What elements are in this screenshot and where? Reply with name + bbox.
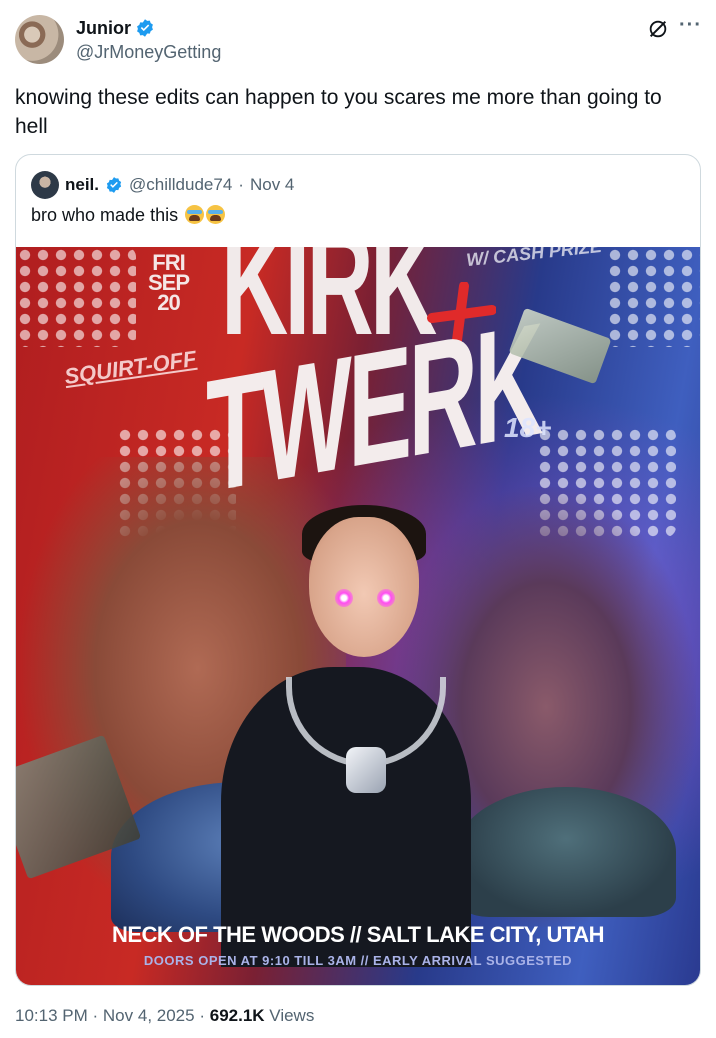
poster-image[interactable]: KIRK TWERK 18+ FRI SEP 20 SQUIRT-OFF W/ …	[16, 247, 700, 985]
quote-separator: ·	[238, 175, 244, 194]
tweet-footer: 10:13 PM · Nov 4, 2025 · 692.1K Views	[15, 1006, 314, 1026]
footer-separator: ·	[199, 1006, 205, 1025]
verified-badge-icon	[137, 19, 153, 37]
more-options-icon[interactable]: ···	[679, 14, 702, 37]
tweet-time[interactable]: 10:13 PM	[15, 1006, 88, 1025]
glowing-eye	[377, 589, 395, 607]
quote-text: bro who made this	[31, 203, 226, 227]
poster-age-label: 18+	[504, 412, 552, 443]
views-label: Views	[269, 1006, 315, 1025]
quote-text-body: bro who made this	[31, 205, 179, 225]
poster-date-num: 20	[157, 290, 180, 315]
loudly-crying-face-icon	[206, 205, 226, 224]
man-head	[309, 517, 419, 657]
quoted-tweet[interactable]: neil. @chilldude74 · Nov 4 bro who made …	[15, 154, 701, 986]
loudly-crying-face-icon	[185, 205, 205, 224]
poster-venue: NECK OF THE WOODS // SALT LAKE CITY, UTA…	[111, 922, 605, 947]
quote-avatar[interactable]	[31, 171, 59, 199]
author-block: Junior @JrMoneyGetting	[76, 15, 221, 63]
verified-badge-icon	[106, 177, 122, 193]
glowing-eye	[335, 589, 353, 607]
tweet-date[interactable]: Nov 4, 2025	[103, 1006, 195, 1025]
quote-header: neil. @chilldude74 · Nov 4	[31, 170, 294, 200]
poster-doors: DOORS OPEN AT 9:10 TILL 3AM // EARLY ARR…	[143, 953, 573, 968]
quote-date[interactable]: Nov 4	[250, 175, 294, 195]
author-handle[interactable]: @JrMoneyGetting	[76, 42, 221, 63]
dollar-pendant-icon	[346, 747, 386, 793]
footer-separator: ·	[92, 1006, 99, 1025]
author-avatar[interactable]	[15, 15, 64, 64]
author-name[interactable]: Junior	[76, 18, 131, 39]
dancer-right-shorts	[456, 787, 676, 917]
grok-icon[interactable]	[647, 18, 669, 40]
views-count[interactable]: 692.1K	[210, 1006, 265, 1025]
hex-light-panel	[16, 247, 136, 347]
tweet-text: knowing these edits can happen to you sc…	[15, 86, 662, 138]
quote-author-name[interactable]: neil.	[65, 175, 99, 195]
hex-light-panel	[606, 247, 700, 347]
quote-author-handle[interactable]: @chilldude74	[129, 175, 232, 195]
poster-date: FRI SEP 20	[148, 252, 190, 315]
